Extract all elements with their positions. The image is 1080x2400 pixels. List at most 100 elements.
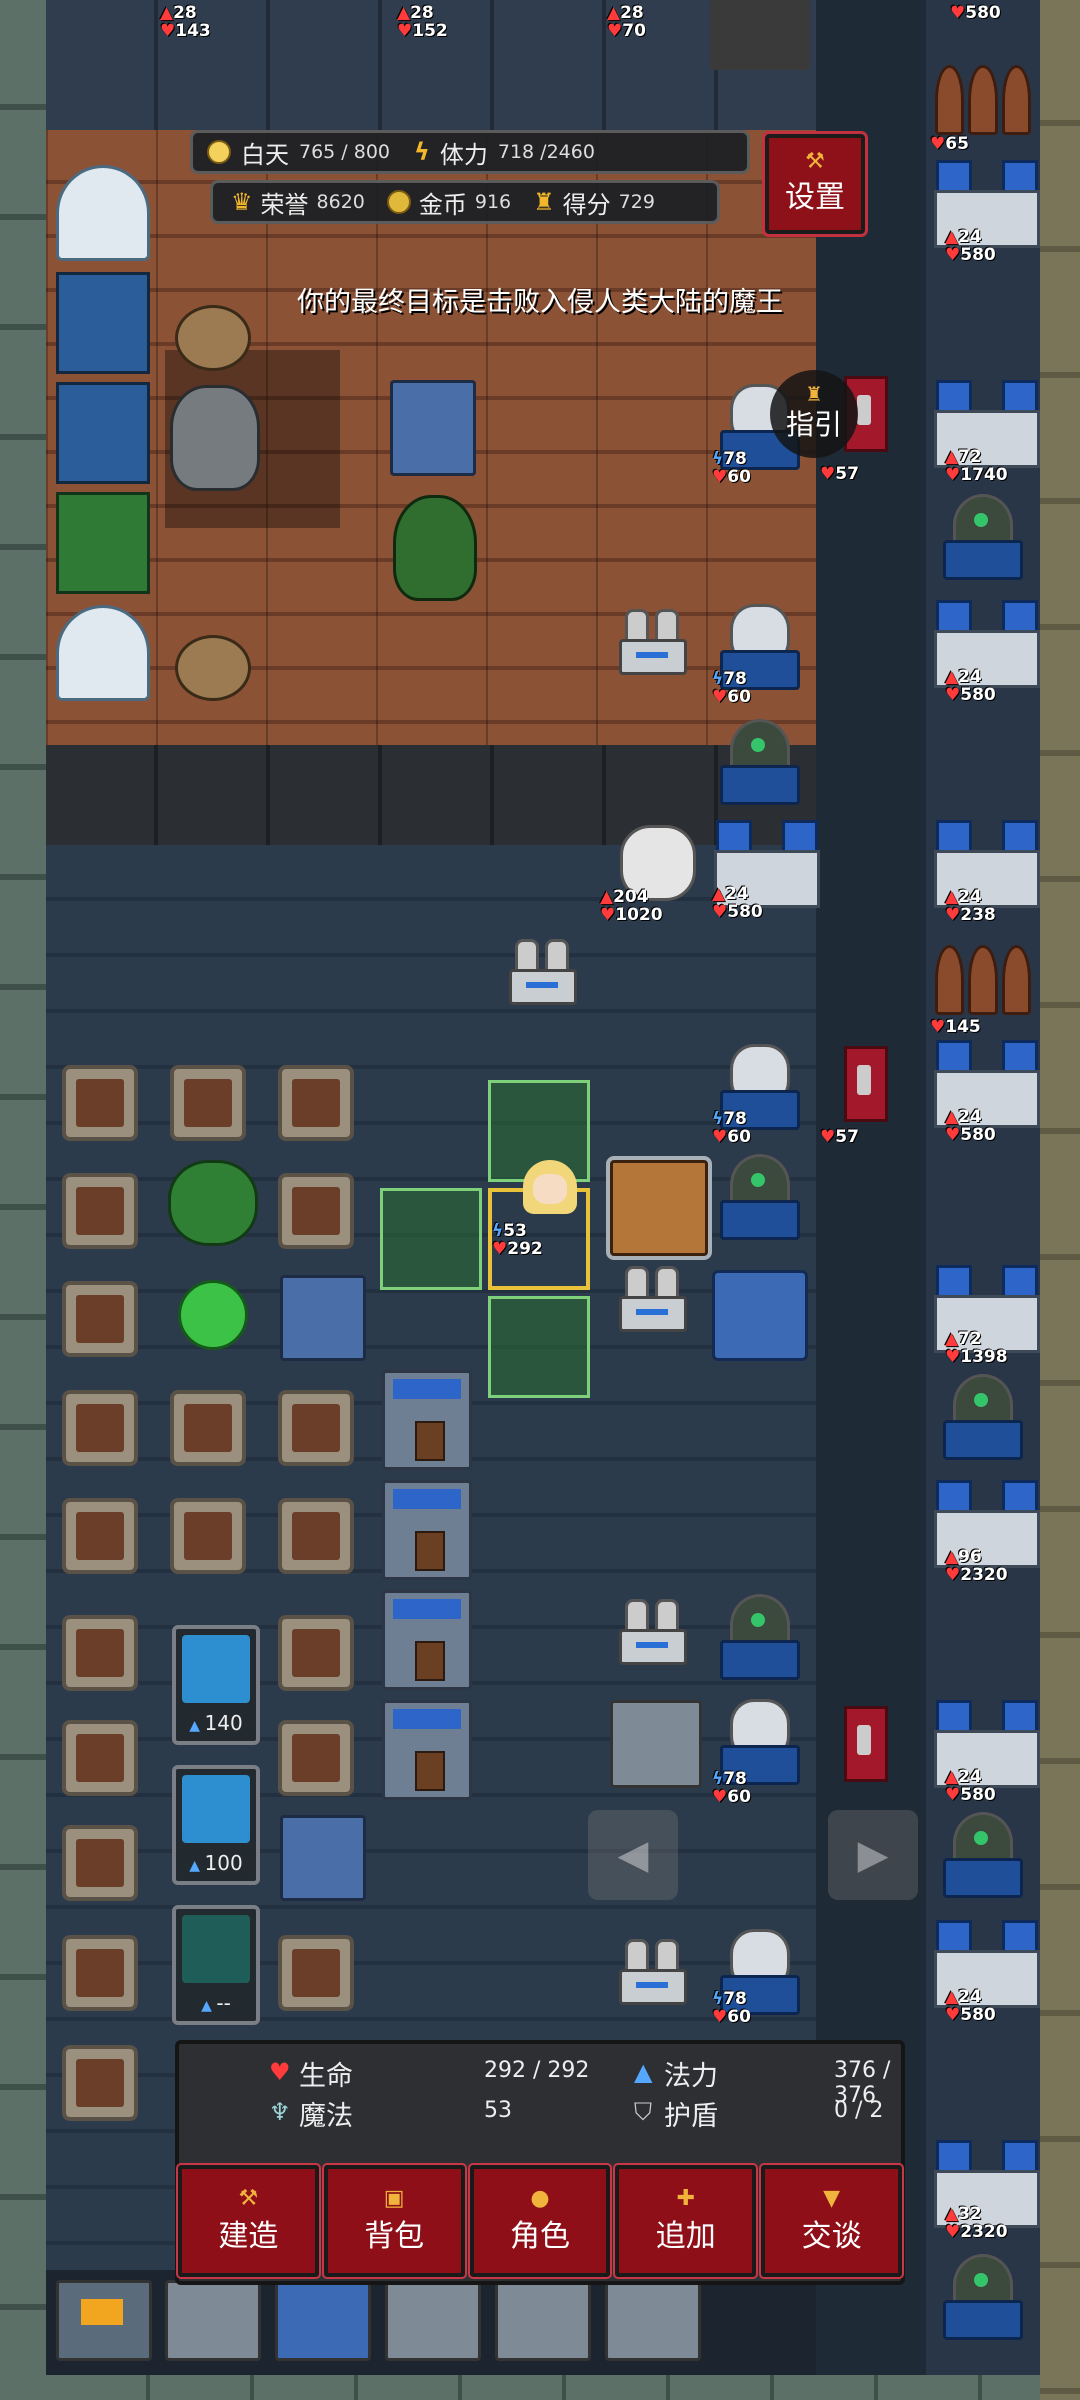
planter-box[interactable] xyxy=(62,2045,138,2121)
top-unit-stat: ▲28 ♥143 xyxy=(160,3,211,41)
furnace-machine[interactable] xyxy=(56,2280,152,2361)
guard-tower-house[interactable] xyxy=(382,1370,472,1470)
spike-trap[interactable] xyxy=(935,65,1031,135)
settings-button[interactable]: ⚒ 设置 xyxy=(762,131,868,237)
right-castle-stat: ▲72 ♥1398 xyxy=(945,1329,1008,1367)
planter-box[interactable] xyxy=(62,1498,138,1574)
smelter-machine[interactable] xyxy=(165,2280,261,2361)
goal-message: 你的最终目标是击败入侵人类大陆的魔王 xyxy=(297,287,783,318)
planter-box[interactable] xyxy=(62,1615,138,1691)
pylon-tower[interactable] xyxy=(615,1262,687,1332)
guard-tower-house[interactable] xyxy=(382,1590,472,1690)
hammer-icon: ⚒ xyxy=(238,2186,259,2211)
trophy-icon: ♜ xyxy=(533,188,555,216)
time-label: 白天 xyxy=(241,140,289,169)
bag-button[interactable]: ▣ 背包 xyxy=(321,2163,467,2279)
planter-box[interactable] xyxy=(170,1498,246,1574)
workbench-building[interactable] xyxy=(280,1815,366,1901)
planter-box[interactable] xyxy=(278,1615,354,1691)
move-target-left[interactable] xyxy=(380,1188,482,1290)
planter-box[interactable] xyxy=(62,1173,138,1249)
main-menu-bar: ⚒ 建造 ▣ 背包 ● 角色 ✚ 追加 ▼ 交谈 xyxy=(175,2163,905,2279)
forge-building[interactable] xyxy=(606,1156,712,1260)
barrel-storage[interactable] xyxy=(712,1270,808,1361)
planter-box[interactable] xyxy=(62,1065,138,1141)
cannon-tower[interactable] xyxy=(935,2250,1025,2340)
planter-box[interactable] xyxy=(62,1935,138,2011)
pump-machine[interactable] xyxy=(605,2280,701,2361)
red-banner[interactable] xyxy=(838,1700,888,1796)
score-value: 729 xyxy=(618,191,655,213)
pylon-tower[interactable] xyxy=(505,935,577,1005)
anvil-workbench[interactable] xyxy=(710,0,810,70)
planter-box[interactable] xyxy=(62,1281,138,1357)
heart-icon: ♥ xyxy=(269,2058,291,2086)
arrow-left-icon: ◀ xyxy=(617,1832,649,1878)
planter-box[interactable] xyxy=(278,1390,354,1466)
planter-box[interactable] xyxy=(62,1390,138,1466)
hp-value: 292 / 292 xyxy=(484,2058,590,2083)
build-button[interactable]: ⚒ 建造 xyxy=(176,2163,321,2279)
market-stall[interactable] xyxy=(56,492,150,594)
spike-trap[interactable] xyxy=(935,945,1031,1015)
igloo-building[interactable] xyxy=(56,165,150,261)
green-hair-npc[interactable] xyxy=(393,495,477,601)
pylon-tower[interactable] xyxy=(615,1935,687,2005)
planter-box[interactable] xyxy=(278,1173,354,1249)
cannon-tower[interactable] xyxy=(935,1370,1025,1460)
generator-machine[interactable] xyxy=(610,1700,702,1788)
pylon-tower[interactable] xyxy=(615,1595,687,1665)
cannon-tower[interactable] xyxy=(712,1590,802,1680)
workbench-building[interactable] xyxy=(280,1275,366,1361)
cannon-tower[interactable] xyxy=(712,1150,802,1240)
banner-stat: ♥57 xyxy=(820,1127,859,1147)
cannon-tower[interactable] xyxy=(935,1808,1025,1898)
planter-box[interactable] xyxy=(170,1390,246,1466)
guard-tower-house[interactable] xyxy=(382,1480,472,1580)
move-target-down[interactable] xyxy=(488,1296,590,1398)
right-castle-stat: ▲24 ♥580 xyxy=(945,667,996,705)
arrow-right-icon: ▶ xyxy=(857,1832,889,1878)
right-unit-stat: ♥580 xyxy=(950,3,1001,23)
plus-icon: ✚ xyxy=(676,2186,695,2211)
skill-card-lightning[interactable]: 100 xyxy=(172,1765,260,1885)
pylon-tower[interactable] xyxy=(615,605,687,675)
skill-card-shield[interactable]: -- xyxy=(172,1905,260,2025)
planter-box[interactable] xyxy=(278,1065,354,1141)
guide-button[interactable]: ♜ 指引 xyxy=(770,370,858,458)
bush-plant[interactable] xyxy=(168,1160,258,1246)
nest-monster[interactable] xyxy=(175,305,251,371)
shield-icon: ⛉ xyxy=(634,2098,652,2126)
workbench-building[interactable] xyxy=(390,380,476,476)
arrow-left-button[interactable]: ◀ xyxy=(588,1810,678,1900)
guard-tower-house[interactable] xyxy=(382,1700,472,1800)
storage-machine[interactable] xyxy=(275,2280,371,2361)
igloo-building[interactable] xyxy=(56,605,150,701)
robot-machine[interactable] xyxy=(495,2280,591,2361)
nest-monster[interactable] xyxy=(175,635,251,701)
cannon-tower[interactable] xyxy=(935,490,1025,580)
shop-stall[interactable] xyxy=(56,382,150,484)
planter-box[interactable] xyxy=(62,1720,138,1796)
resource-bar-top: 白天 765 / 800 ϟ 体力 718 /2460 xyxy=(190,130,750,174)
lab-machine[interactable] xyxy=(385,2280,481,2361)
talk-button[interactable]: ▼ 交谈 xyxy=(759,2163,904,2279)
skill-card-frost[interactable]: 140 xyxy=(172,1625,260,1745)
right-grass-wall xyxy=(1040,0,1080,2400)
hero-stat: ϟ53 ♥292 xyxy=(492,1221,543,1259)
arrow-right-button[interactable]: ▶ xyxy=(828,1810,918,1900)
planter-box[interactable] xyxy=(62,1825,138,1901)
green-orb-fountain[interactable] xyxy=(178,1280,248,1350)
planter-box[interactable] xyxy=(170,1065,246,1141)
add-button[interactable]: ✚ 追加 xyxy=(613,2163,759,2279)
character-button[interactable]: ● 角色 xyxy=(467,2163,613,2279)
cannon-tower[interactable] xyxy=(712,715,802,805)
planter-box[interactable] xyxy=(278,1720,354,1796)
planter-box[interactable] xyxy=(278,1935,354,2011)
shop-stall[interactable] xyxy=(56,272,150,374)
planter-box[interactable] xyxy=(278,1498,354,1574)
gold-label: 金币 xyxy=(418,190,467,219)
dark-floor-strip xyxy=(46,745,816,845)
stone-golem-enemy[interactable] xyxy=(170,385,260,491)
red-banner[interactable] xyxy=(838,1040,888,1136)
